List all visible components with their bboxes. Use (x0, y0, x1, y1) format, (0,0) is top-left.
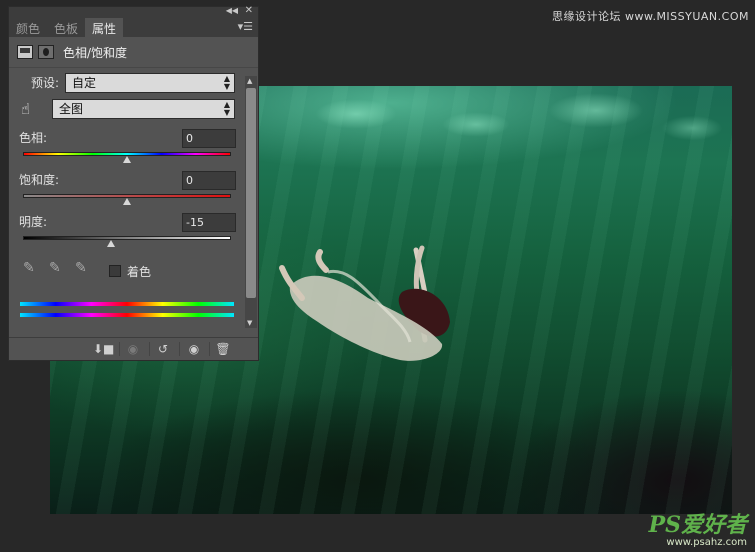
saturation-input[interactable]: 0 (182, 171, 236, 190)
hue-slider-thumb[interactable] (123, 156, 131, 163)
panel-body: ▲ ▼ 预设: 自定 ▲ ▼ ☝ 全图 ▲ ▼ 色相: 0 饱和度: 0 明度: -… (9, 68, 258, 356)
reset-icon[interactable]: ↺ (153, 341, 173, 357)
eyedropper-minus-icon[interactable]: ✎ (75, 260, 87, 276)
output-spectrum-bar (20, 313, 234, 317)
footer-separator (209, 342, 210, 356)
targeted-adjustment-hand-icon[interactable]: ☝ (21, 100, 30, 118)
select-arrows-icon: ▲ ▼ (223, 100, 230, 117)
colorize-label: 着色 (127, 265, 152, 279)
scroll-thumb[interactable] (246, 88, 256, 298)
double-arrow-collapse-icon[interactable]: ◀◀ (226, 6, 238, 15)
panel-footer: ⬇■ ◉ ↺ ◉ 🗑 (9, 337, 258, 360)
footer-separator (149, 342, 150, 356)
watermark-logo-text: PS爱好者 (648, 512, 747, 538)
panel-menu-icon[interactable]: ▾☰ (238, 20, 253, 33)
scroll-down-icon[interactable]: ▼ (247, 319, 252, 327)
tab-swatches[interactable]: 色板 (47, 18, 85, 37)
colorize-checkbox[interactable] (109, 265, 121, 277)
footer-separator (179, 342, 180, 356)
close-icon[interactable]: ✕ (245, 5, 253, 16)
panel-scrollbar[interactable]: ▲ ▼ (245, 76, 257, 328)
preset-select[interactable]: 自定 ▲ ▼ (65, 73, 235, 93)
watermark-top: 思缘设计论坛 www.MISSYUAN.COM (551, 10, 749, 23)
hue-label: 色相: (19, 131, 48, 145)
clip-to-layer-icon[interactable]: ⬇■ (93, 341, 114, 357)
panel-tabs: 颜色 色板 属性 ▾☰ (9, 18, 258, 37)
scroll-up-icon[interactable]: ▲ (247, 77, 252, 85)
lightness-slider-thumb[interactable] (107, 240, 115, 247)
lightness-label: 明度: (19, 215, 48, 229)
adjustment-title: 色相/饱和度 (63, 45, 128, 60)
properties-panel: ◀◀ ✕ 颜色 色板 属性 ▾☰ 色相/饱和度 ▲ ▼ 预设: 自定 ▲ ▼ ☝ … (8, 5, 259, 361)
view-previous-state-icon[interactable]: ◉ (123, 341, 143, 357)
select-arrows-icon: ▲ ▼ (223, 74, 230, 91)
adjustment-layer-icon[interactable] (17, 45, 33, 59)
adjustment-header: 色相/饱和度 (9, 37, 258, 68)
tab-color[interactable]: 颜色 (9, 18, 47, 37)
tab-properties[interactable]: 属性 (85, 18, 124, 37)
saturation-label: 饱和度: (19, 173, 60, 187)
channel-select[interactable]: 全图 ▲ ▼ (52, 99, 235, 119)
mask-icon[interactable] (38, 45, 54, 59)
input-spectrum-bar (20, 302, 234, 306)
saturation-slider-thumb[interactable] (123, 198, 131, 205)
panel-titlebar: ◀◀ ✕ (9, 5, 258, 18)
preset-value: 自定 (72, 76, 97, 90)
trash-icon[interactable]: 🗑 (213, 341, 233, 357)
channel-value: 全图 (59, 102, 84, 116)
footer-separator (119, 342, 120, 356)
eyedropper-icon[interactable]: ✎ (23, 260, 35, 276)
visibility-eye-icon[interactable]: ◉ (184, 341, 204, 357)
lightness-slider[interactable] (23, 236, 231, 240)
hue-input[interactable]: 0 (182, 129, 236, 148)
lightness-input[interactable]: -15 (182, 213, 236, 232)
eyedropper-plus-icon[interactable]: ✎ (49, 260, 61, 276)
preset-label: 预设: (31, 76, 60, 90)
watermark-logo: PS爱好者 www.psahz.com (649, 507, 747, 548)
